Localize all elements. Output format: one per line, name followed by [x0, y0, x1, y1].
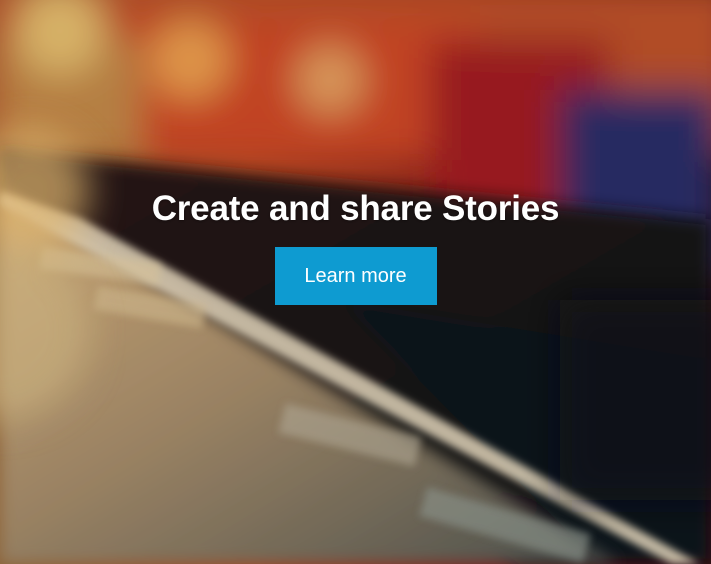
hero-banner: Create and share Stories Learn more — [0, 0, 711, 564]
hero-title: Create and share Stories — [151, 189, 560, 228]
hero-content: Create and share Stories Learn more — [0, 190, 711, 305]
learn-more-button[interactable]: Learn more — [274, 247, 437, 305]
